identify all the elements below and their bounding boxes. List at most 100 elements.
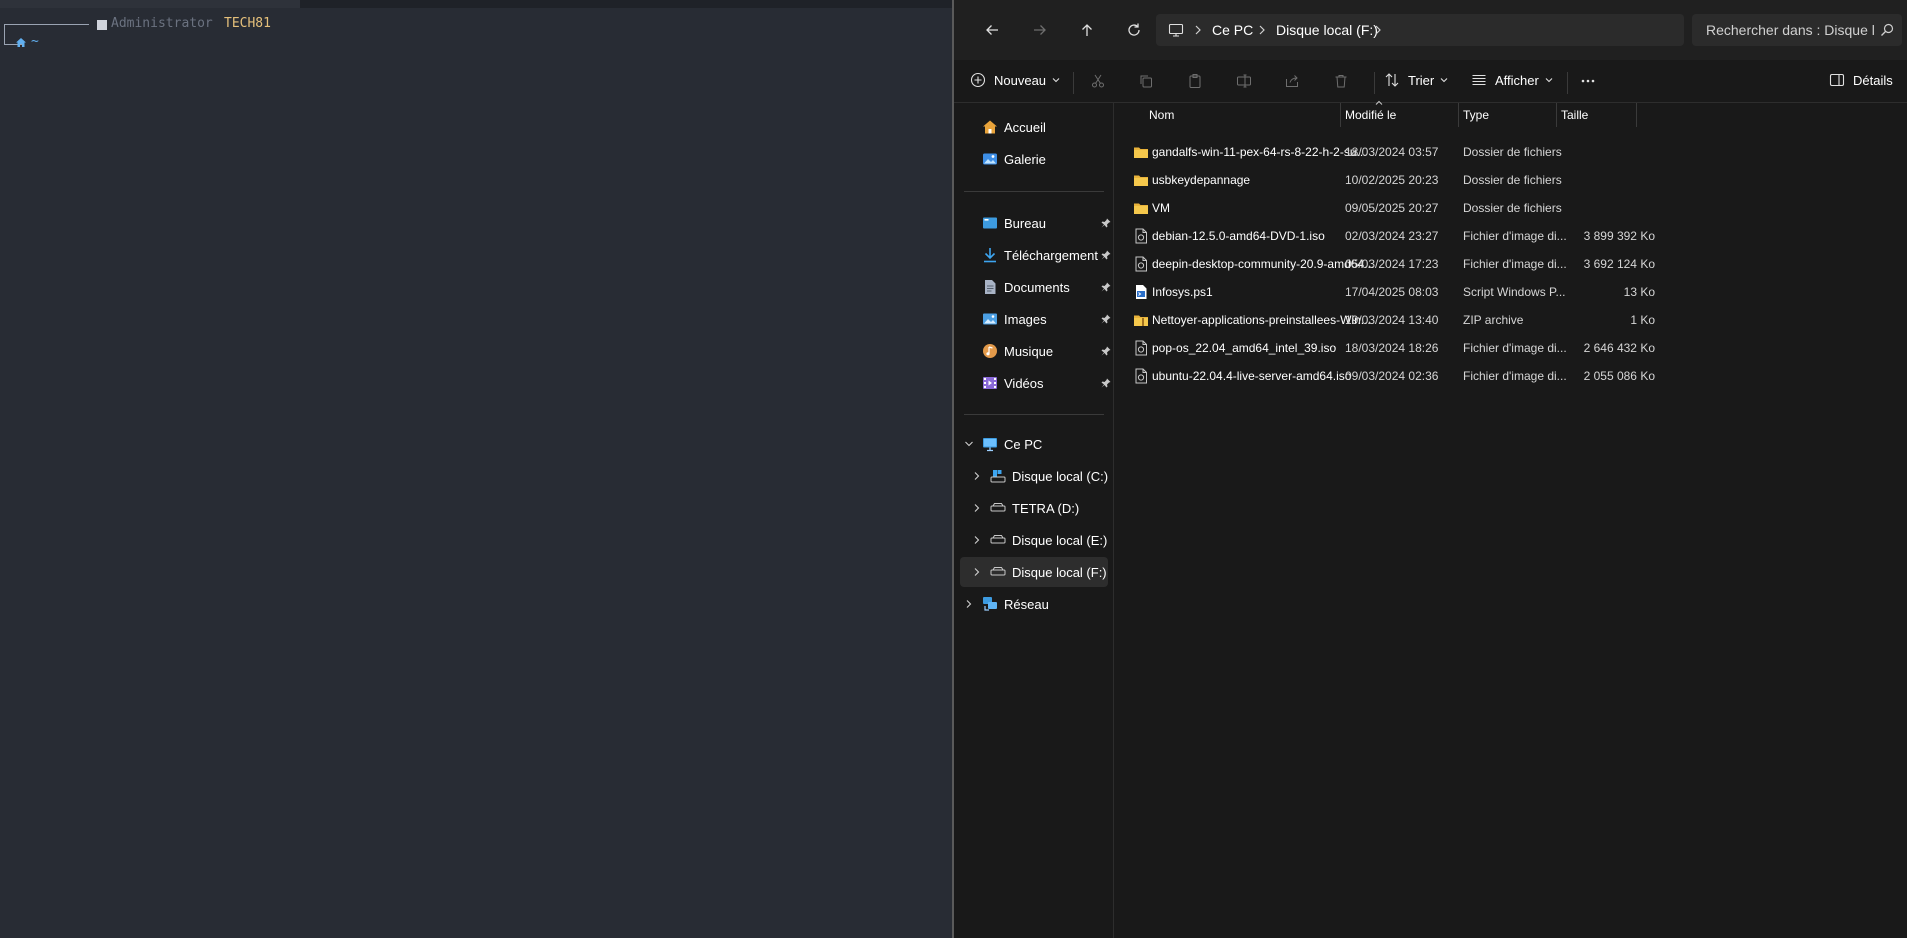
file-row[interactable]: ubuntu-22.04.4-live-server-amd64.iso 09/0… (1114, 362, 1714, 390)
new-button[interactable]: Nouveau (970, 66, 1060, 94)
nav-item-label: Disque local (F:) (1012, 564, 1107, 580)
refresh-icon (1128, 23, 1140, 36)
nav-item-gallery[interactable]: Galerie (960, 144, 1108, 174)
pin-icon[interactable] (1101, 250, 1111, 260)
copy-button[interactable] (1133, 68, 1159, 94)
nav-item-desktop[interactable]: Bureau (960, 208, 1111, 238)
file-modified: 02/03/2024 23:27 (1345, 229, 1439, 243)
breadcrumb[interactable]: Ce PC Disque local (F:) (1156, 14, 1684, 46)
column-separator[interactable] (1340, 103, 1341, 127)
file-row[interactable]: VM 09/05/2025 20:27 Dossier de fichiers (1114, 194, 1714, 222)
file-row[interactable]: usbkeydepannage 10/02/2025 20:23 Dossier d… (1114, 166, 1714, 194)
nav-item-music[interactable]: Musique (960, 336, 1111, 366)
sort-button[interactable]: Trier (1384, 66, 1448, 94)
nav-item-home[interactable]: Accueil (960, 112, 1108, 142)
file-explorer-window[interactable]: Ce PC Disque local (F:) Rechercher dans … (954, 0, 1907, 938)
terminal-window[interactable]: Administrator TECH81 ~ (0, 0, 952, 938)
column-separator[interactable] (1556, 103, 1557, 127)
details-pane-button[interactable]: Détails (1829, 66, 1893, 94)
file-size (1554, 194, 1655, 222)
chevron-right-icon[interactable] (972, 535, 982, 545)
column-separator[interactable] (1458, 103, 1459, 127)
nav-item-drive-c[interactable]: Disque local (C:) (960, 461, 1108, 491)
nav-item-drive-d[interactable]: TETRA (D:) (960, 493, 1108, 523)
desktop-folder-icon (983, 217, 997, 229)
pictures-folder-icon (983, 313, 997, 325)
nav-item-label: Téléchargement (1004, 247, 1098, 263)
column-header-type[interactable]: Type (1463, 103, 1489, 127)
file-size: 2 055 086 Ko (1583, 369, 1655, 383)
videos-folder-icon (983, 377, 997, 389)
file-row[interactable]: debian-12.5.0-amd64-DVD-1.iso 02/03/2024 … (1114, 222, 1714, 250)
nav-item-label: Musique (1004, 343, 1054, 359)
file-row[interactable]: gandalfs-win-11-pex-64-rs-8-22-h-2-su...… (1114, 138, 1714, 166)
chevron-right-icon[interactable] (972, 567, 982, 577)
plus-circle-icon (970, 72, 986, 88)
more-horizontal-icon (1581, 79, 1595, 83)
breadcrumb-item-this-pc[interactable]: Ce PC (1212, 14, 1253, 46)
toolbar-separator (1374, 72, 1375, 94)
prompt-user: Administrator (111, 16, 213, 31)
details-pane-icon (1829, 73, 1845, 87)
view-button[interactable]: Afficher (1471, 66, 1553, 94)
nav-item-documents[interactable]: Documents (960, 272, 1111, 302)
disc-image-file-icon (1135, 368, 1147, 384)
pin-icon[interactable] (1101, 218, 1111, 228)
nav-item-label: Accueil (1004, 119, 1046, 135)
network-icon (983, 597, 997, 611)
terminal-tab[interactable] (0, 0, 300, 8)
file-modified: 18/03/2024 18:26 (1345, 341, 1439, 355)
nav-item-network[interactable]: Réseau (960, 589, 1108, 619)
nav-item-pictures[interactable]: Images (960, 304, 1111, 334)
download-folder-icon (984, 248, 996, 263)
file-size (1554, 166, 1655, 194)
cut-button[interactable] (1085, 68, 1111, 94)
file-row[interactable]: Nettoyer-applications-preinstallees-Win.… (1114, 306, 1714, 334)
nav-item-drive-e[interactable]: Disque local (E:) (960, 525, 1108, 555)
file-list-pane: Nom Modifié le Type Taille gandalfs-win-… (1114, 100, 1907, 938)
breadcrumb-item-drive-f[interactable]: Disque local (F:) (1276, 14, 1378, 46)
chevron-right-icon[interactable] (972, 503, 982, 513)
arrow-left-icon (986, 25, 998, 35)
nav-item-drive-f[interactable]: Disque local (F:) (960, 557, 1108, 587)
file-row[interactable]: Infosys.ps1 17/04/2025 08:03 Script Window… (1114, 278, 1714, 306)
refresh-button[interactable] (1120, 16, 1148, 44)
disc-image-file-icon (1135, 256, 1147, 272)
file-modified: 19/03/2024 13:40 (1345, 313, 1439, 327)
pin-icon[interactable] (1101, 282, 1111, 292)
nav-item-downloads[interactable]: Téléchargement (960, 240, 1111, 270)
column-header-size[interactable]: Taille (1561, 103, 1588, 127)
chevron-right-icon (1259, 25, 1265, 35)
chevron-right-icon[interactable] (964, 599, 974, 609)
search-input[interactable]: Rechercher dans : Disque local (F:) (1692, 14, 1902, 46)
column-header-name[interactable]: Nom (1149, 103, 1174, 127)
nav-item-this-pc[interactable]: Ce PC (960, 429, 1108, 459)
up-button[interactable] (1073, 16, 1101, 44)
column-separator[interactable] (1636, 103, 1637, 127)
nav-divider (964, 191, 1104, 192)
chevron-down-icon[interactable] (964, 439, 974, 449)
chevron-right-icon[interactable] (972, 471, 982, 481)
file-row[interactable]: pop-os_22.04_amd64_intel_39.iso 18/03/202… (1114, 334, 1714, 362)
documents-folder-icon (985, 280, 996, 294)
nav-item-videos[interactable]: Vidéos (960, 368, 1111, 398)
file-row[interactable]: deepin-desktop-community-20.9-amd64... 05… (1114, 250, 1714, 278)
file-modified: 09/03/2024 02:36 (1345, 369, 1439, 383)
column-header-modified[interactable]: Modifié le (1345, 103, 1396, 127)
pin-icon[interactable] (1101, 378, 1111, 388)
delete-button[interactable] (1328, 68, 1354, 94)
drive-icon (990, 567, 1006, 576)
pin-icon[interactable] (1101, 346, 1111, 356)
back-button[interactable] (978, 16, 1006, 44)
chevron-right-icon (1195, 25, 1201, 35)
more-options-button[interactable] (1575, 68, 1601, 94)
share-button[interactable] (1279, 68, 1305, 94)
paste-button[interactable] (1182, 68, 1208, 94)
drive-icon (990, 503, 1006, 512)
forward-button[interactable] (1026, 16, 1054, 44)
disc-image-file-icon (1135, 228, 1147, 244)
home-icon (983, 120, 997, 134)
pin-icon[interactable] (1101, 314, 1111, 324)
rename-button[interactable] (1231, 68, 1257, 94)
sort-icon (1385, 73, 1399, 87)
